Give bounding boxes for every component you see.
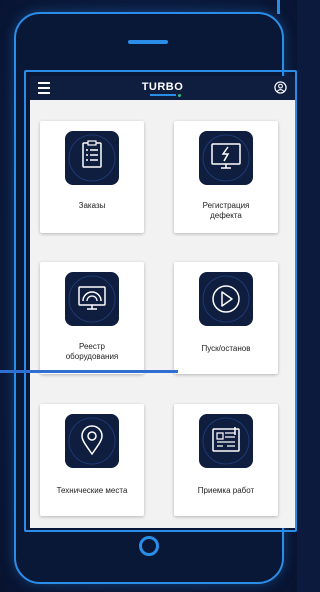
tile-label: Технические места — [56, 486, 128, 495]
tile-technical-locations[interactable]: Технические места — [40, 404, 144, 516]
phone-speaker — [128, 40, 168, 44]
tile-label: Приемка работ — [197, 486, 255, 495]
location-pin-icon — [65, 414, 119, 468]
orders-icon — [65, 131, 119, 185]
equipment-icon — [65, 272, 119, 326]
defect-icon — [199, 131, 253, 185]
brand-logo: TURBO — [141, 81, 184, 93]
tile-label: Реестр оборудования — [65, 342, 119, 361]
tile-work-acceptance[interactable]: Приемка работ — [174, 404, 278, 516]
tile-label: Пуск/останов — [201, 344, 251, 353]
tile-start-stop[interactable]: Пуск/останов — [174, 262, 278, 374]
tile-label: Заказы — [78, 201, 106, 210]
app-header: TURBO — [30, 76, 295, 100]
blueprint-icon — [199, 414, 253, 468]
brand-dot — [178, 94, 181, 97]
home-button[interactable] — [139, 536, 159, 556]
tile-label: Регистрация дефекта — [202, 201, 250, 220]
brand-underline — [150, 94, 176, 96]
play-icon — [199, 272, 253, 326]
tile-equipment-registry[interactable]: Реестр оборудования — [40, 262, 144, 374]
tile-defect-registration[interactable]: Регистрация дефекта — [174, 121, 278, 233]
user-icon[interactable] — [274, 81, 287, 94]
decor-line — [277, 0, 280, 14]
pointer-line — [0, 370, 178, 373]
app-screen: TURBO Заказы Регистрация дефекта Реестр … — [30, 76, 295, 528]
tile-orders[interactable]: Заказы — [40, 121, 144, 233]
